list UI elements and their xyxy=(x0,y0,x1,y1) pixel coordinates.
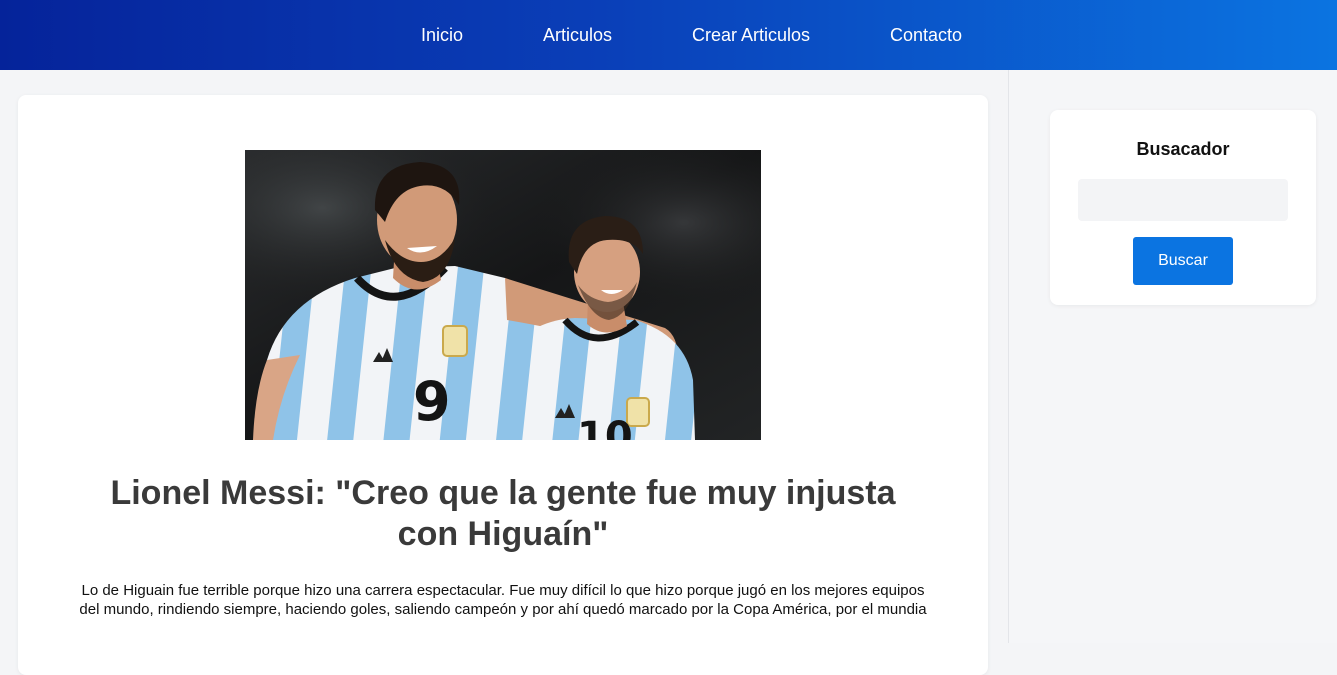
svg-text:9: 9 xyxy=(413,370,451,433)
search-widget-title: Busacador xyxy=(1136,139,1230,159)
article-hero-image: 9 10 xyxy=(245,150,761,440)
search-input[interactable] xyxy=(1078,179,1288,221)
top-navigation-bar: Inicio Articulos Crear Articulos Contact… xyxy=(0,0,1337,70)
article-title: Lionel Messi: "Creo que la gente fue muy… xyxy=(110,474,896,553)
nav-link-contacto[interactable]: Contacto xyxy=(890,25,962,46)
article-card: 9 10 Lionel Messi: "Creo que la gente fu… xyxy=(18,95,988,675)
svg-text:10: 10 xyxy=(577,414,633,440)
search-button[interactable]: Buscar xyxy=(1133,237,1233,285)
nav-link-articulos[interactable]: Articulos xyxy=(543,25,612,46)
football-players-photo-icon: 9 10 xyxy=(245,150,761,440)
article-excerpt: Lo de Higuain fue terrible porque hizo u… xyxy=(79,582,927,618)
nav-link-crear-articulos[interactable]: Crear Articulos xyxy=(692,25,810,46)
nav-link-inicio[interactable]: Inicio xyxy=(421,25,463,46)
search-widget: Busacador Buscar xyxy=(1050,110,1316,305)
